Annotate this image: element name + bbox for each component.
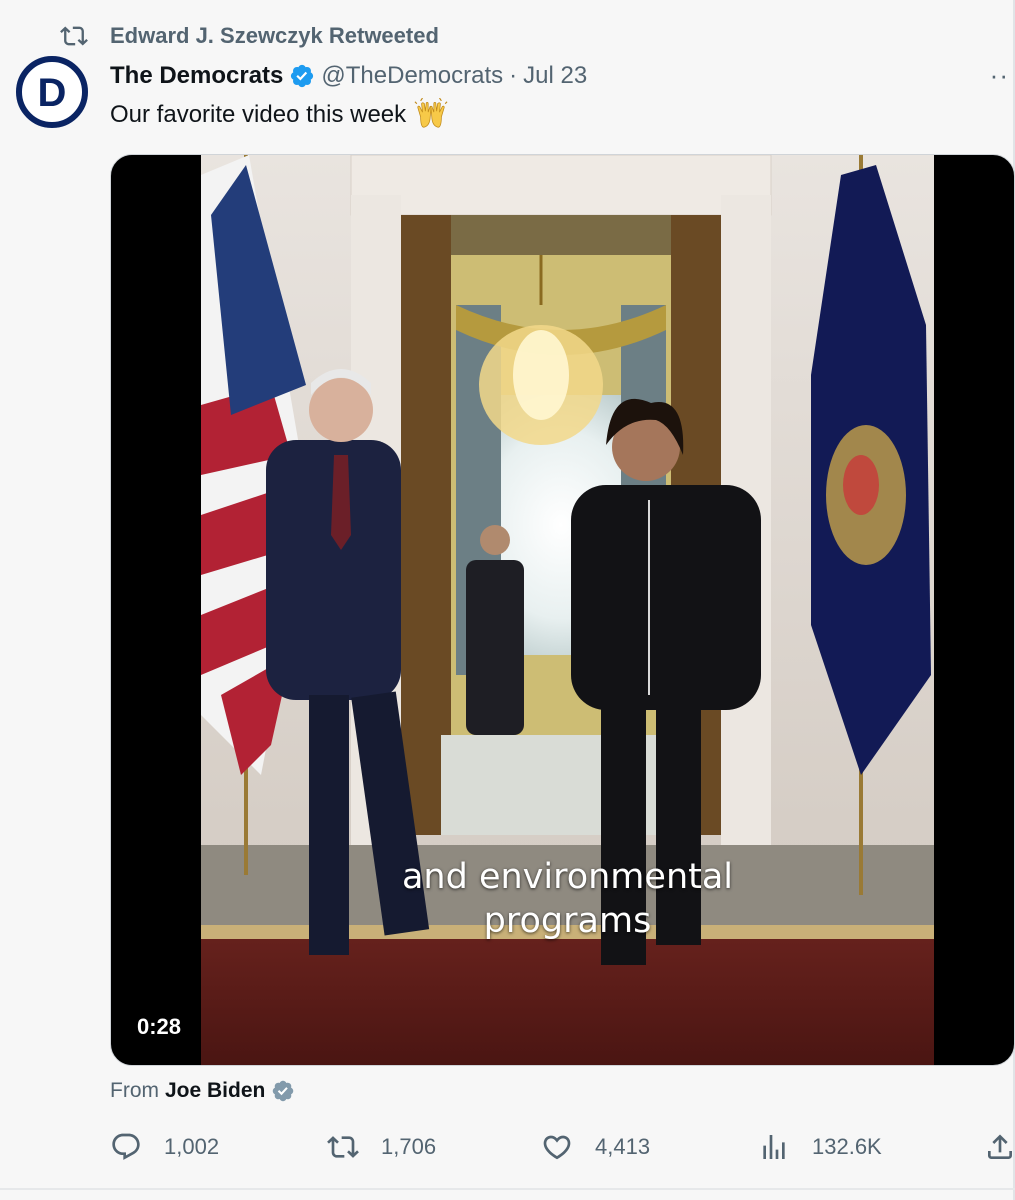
- tweet-date[interactable]: Jul 23: [523, 62, 587, 90]
- views-button[interactable]: 132.6K: [758, 1130, 882, 1164]
- avatar-letter: D: [38, 71, 67, 115]
- reply-button[interactable]: 1,002: [110, 1130, 219, 1164]
- retweet-banner-text: Edward J. Szewczyk Retweeted: [110, 23, 439, 48]
- verified-badge-icon: [291, 64, 314, 88]
- video-player[interactable]: and environmental programs 0:28: [110, 154, 1015, 1066]
- retweet-banner[interactable]: Edward J. Szewczyk Retweeted: [60, 22, 439, 50]
- separator-dot: ·: [509, 62, 518, 89]
- raised-hands-emoji-icon: [414, 98, 448, 128]
- share-icon: [988, 1134, 1012, 1159]
- like-count: 4,413: [595, 1134, 651, 1159]
- caption-line-1: and environmental: [401, 857, 734, 897]
- video-caption: and environmental programs: [201, 855, 934, 943]
- caption-line-2: programs: [483, 901, 652, 941]
- avatar[interactable]: D: [16, 56, 88, 128]
- government-badge-icon: [273, 1080, 294, 1102]
- retweet-action-icon: [327, 1136, 359, 1158]
- video-duration: 0:28: [137, 1014, 182, 1039]
- author-name[interactable]: The Democrats: [110, 62, 283, 90]
- share-button[interactable]: [984, 1130, 1015, 1164]
- more-options-button[interactable]: ··: [990, 60, 1009, 91]
- retweet-count: 1,706: [381, 1134, 437, 1159]
- heart-icon: [543, 1135, 571, 1160]
- author-handle[interactable]: @TheDemocrats: [321, 62, 503, 90]
- from-label: From: [110, 1079, 159, 1102]
- tweet-text: Our favorite video this week: [110, 98, 448, 132]
- views-count: 132.6K: [812, 1134, 882, 1159]
- action-bar: 1,002 1,706 4,413 132.6K: [0, 1130, 1015, 1164]
- tweet-text-content: Our favorite video this week: [110, 101, 407, 128]
- bottom-divider: [0, 1188, 1015, 1190]
- reply-icon: [112, 1133, 140, 1160]
- analytics-icon: [763, 1135, 785, 1159]
- retweet-button[interactable]: 1,706: [327, 1130, 436, 1164]
- retweet-icon: [60, 26, 88, 46]
- reply-count: 1,002: [164, 1134, 220, 1159]
- video-attribution: From Joe Biden: [110, 1077, 295, 1105]
- like-button[interactable]: 4,413: [541, 1130, 650, 1164]
- democrats-logo-icon: D: [16, 56, 88, 128]
- from-name-link[interactable]: Joe Biden: [165, 1079, 265, 1103]
- tweet-header: The Democrats @TheDemocrats · Jul 23: [110, 58, 587, 94]
